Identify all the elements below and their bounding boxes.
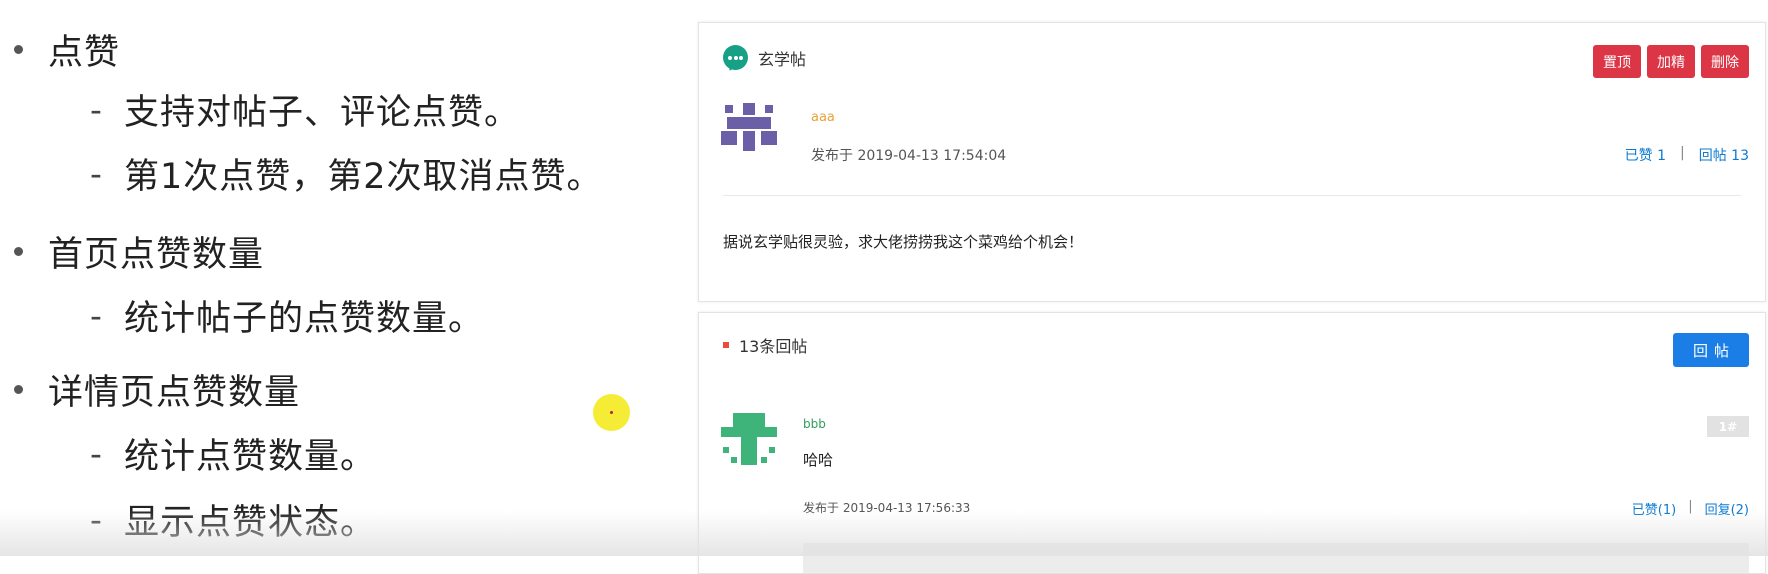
sub-bullet: - 统计帖子的点赞数量。 (90, 290, 484, 341)
sub-bullet: - 第1次点赞，第2次取消点赞。 (90, 148, 603, 199)
comment-input[interactable] (803, 543, 1749, 573)
bullet-dot-icon (14, 247, 23, 256)
sub-bullet-text: 统计帖子的点赞数量。 (124, 299, 485, 339)
reply-button[interactable]: 回帖 (1673, 333, 1749, 367)
reply-time: 发布于 2019-04-13 17:56:33 (803, 501, 971, 515)
cursor-highlight-icon (593, 394, 630, 431)
delete-button[interactable]: 删除 (1701, 45, 1749, 78)
sub-bullet: - 显示点赞状态。 (90, 494, 376, 545)
post-time: 发布于 2019-04-13 17:54:04 (811, 148, 1007, 164)
avatar[interactable] (721, 413, 777, 469)
sub-bullet-text: 第1次点赞，第2次取消点赞。 (124, 157, 603, 197)
sub-bullet-text: 显示点赞状态。 (124, 503, 377, 543)
sub-dash: - (90, 434, 102, 473)
reply-content: 哈哈 (803, 451, 834, 469)
square-marker-icon (723, 342, 729, 348)
sub-bullet-text: 统计点赞数量。 (124, 437, 377, 477)
sub-bullet: - 支持对帖子、评论点赞。 (90, 84, 520, 135)
bullet-text: 点赞 (48, 33, 121, 73)
post-stats: 已赞 1 | 回帖 13 (1625, 145, 1749, 165)
bullet-dot-icon (14, 45, 23, 54)
post-actions: 置顶 加精 删除 (1593, 45, 1749, 78)
post-header: 玄学帖 (723, 45, 806, 70)
reply-count: 13条回帖 (739, 337, 808, 356)
post-title: 玄学帖 (758, 49, 807, 69)
bullet-likes: 点赞 (14, 24, 120, 75)
highlight-button[interactable]: 加精 (1647, 45, 1695, 78)
bullet-text: 首页点赞数量 (48, 235, 265, 275)
avatar[interactable] (721, 99, 777, 155)
chat-bubble-icon (723, 45, 748, 70)
pin-button[interactable]: 置顶 (1593, 45, 1641, 78)
slide-outline: 点赞 - 支持对帖子、评论点赞。 - 第1次点赞，第2次取消点赞。 首页点赞数量… (0, 0, 690, 556)
replies-card: 13条回帖 回帖 bbb 1# 哈哈 发布于 2019-04-13 17:56:… (698, 312, 1766, 574)
sub-bullet-text: 支持对帖子、评论点赞。 (124, 93, 521, 133)
sub-dash: - (90, 296, 102, 335)
bullet-home-like-count: 首页点赞数量 (14, 226, 264, 277)
like-link[interactable]: 已赞(1) (1632, 499, 1676, 518)
reply-stats: 已赞(1) | 回复(2) (1632, 499, 1749, 518)
post-card: 玄学帖 置顶 加精 删除 aaa 发布于 2019-04-13 17:54:04… (698, 22, 1766, 302)
author-link[interactable]: aaa (811, 110, 835, 125)
sub-dash: - (90, 90, 102, 129)
post-content: 据说玄学贴很灵验，求大佬捞捞我这个菜鸡给个机会！ (723, 233, 1084, 251)
separator: | (1680, 145, 1685, 161)
replies-header: 13条回帖 (723, 333, 807, 357)
floor-badge: 1# (1707, 416, 1749, 437)
bullet-text: 详情页点赞数量 (48, 373, 301, 413)
sub-dash: - (90, 154, 102, 193)
separator: | (1688, 499, 1693, 514)
bullet-detail-like-count: 详情页点赞数量 (14, 364, 300, 415)
reply-link[interactable]: 回复(2) (1705, 499, 1749, 518)
divider (723, 195, 1741, 196)
sub-bullet: - 统计点赞数量。 (90, 428, 376, 479)
like-link[interactable]: 已赞 1 (1625, 145, 1666, 165)
reply-count-link[interactable]: 回帖 13 (1699, 145, 1749, 165)
author-link[interactable]: bbb (803, 417, 826, 431)
sub-dash: - (90, 500, 102, 539)
bullet-dot-icon (14, 385, 23, 394)
